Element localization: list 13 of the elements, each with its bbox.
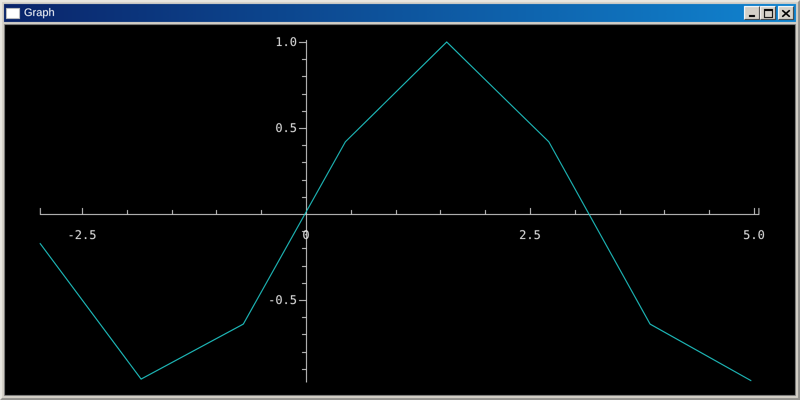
y-tick-label: -0.5 — [268, 293, 297, 307]
window-title: Graph — [24, 7, 56, 19]
window-icon — [6, 8, 20, 18]
y-tick-label: 0.5 — [275, 121, 297, 135]
close-icon — [782, 10, 790, 16]
x-tick-label: 2.5 — [519, 228, 541, 242]
x-tick-label: -2.5 — [68, 228, 96, 242]
maximize-button[interactable] — [760, 6, 776, 20]
y-tick-label: 1.0 — [275, 35, 297, 49]
x-tick-label: 5.0 — [743, 228, 765, 242]
minimize-button[interactable] — [744, 6, 760, 20]
close-button[interactable] — [778, 6, 794, 20]
maximize-icon — [764, 8, 772, 18]
